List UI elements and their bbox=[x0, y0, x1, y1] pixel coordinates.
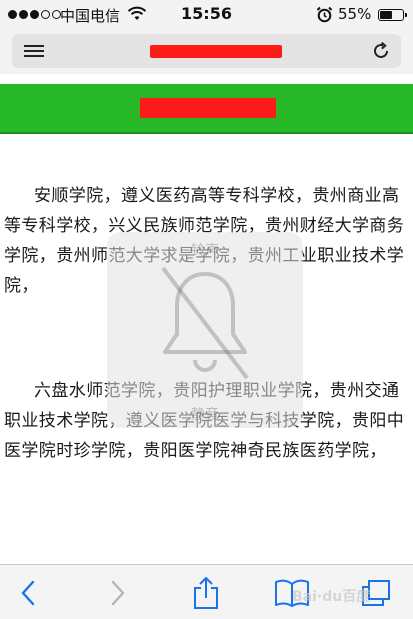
redacted-url bbox=[150, 45, 282, 58]
article-paragraph: 安顺学院，遵义医药高等专科学校，贵州商业高等专科学校，兴义民族师范学院，贵州财经… bbox=[4, 186, 405, 296]
tabs-icon bbox=[362, 580, 390, 606]
forward-arrow-icon bbox=[111, 580, 125, 606]
redacted-site-title bbox=[140, 98, 276, 118]
tabs-button[interactable] bbox=[356, 575, 396, 611]
battery-percentage: 55% bbox=[338, 5, 372, 23]
reader-list-icon[interactable] bbox=[24, 45, 44, 58]
article-content: 安顺学院，遵义医药高等专科学校，贵州商业高等专科学校，兴义民族师范学院，贵州财经… bbox=[0, 134, 413, 564]
back-arrow-icon bbox=[21, 580, 35, 606]
site-header-banner bbox=[0, 84, 413, 134]
browser-navigation-area bbox=[0, 30, 413, 74]
bookmarks-button[interactable] bbox=[272, 575, 312, 611]
browser-toolbar bbox=[0, 564, 413, 619]
article-paragraph: 六盘水师范学院，贵阳护理职业学院，贵州交通职业技术学院，遵义医学院医学与科技学院… bbox=[4, 381, 405, 461]
reload-icon[interactable] bbox=[370, 40, 392, 62]
share-icon bbox=[194, 577, 218, 609]
bookmarks-icon bbox=[275, 579, 309, 607]
battery-icon bbox=[378, 9, 407, 21]
address-bar[interactable] bbox=[12, 34, 401, 68]
alarm-clock-icon bbox=[316, 6, 333, 23]
forward-button[interactable] bbox=[98, 575, 138, 611]
share-button[interactable] bbox=[186, 575, 226, 611]
back-button[interactable] bbox=[8, 575, 48, 611]
battery-fill bbox=[380, 11, 393, 19]
status-bar: 中国电信 15:56 55% bbox=[0, 0, 413, 30]
